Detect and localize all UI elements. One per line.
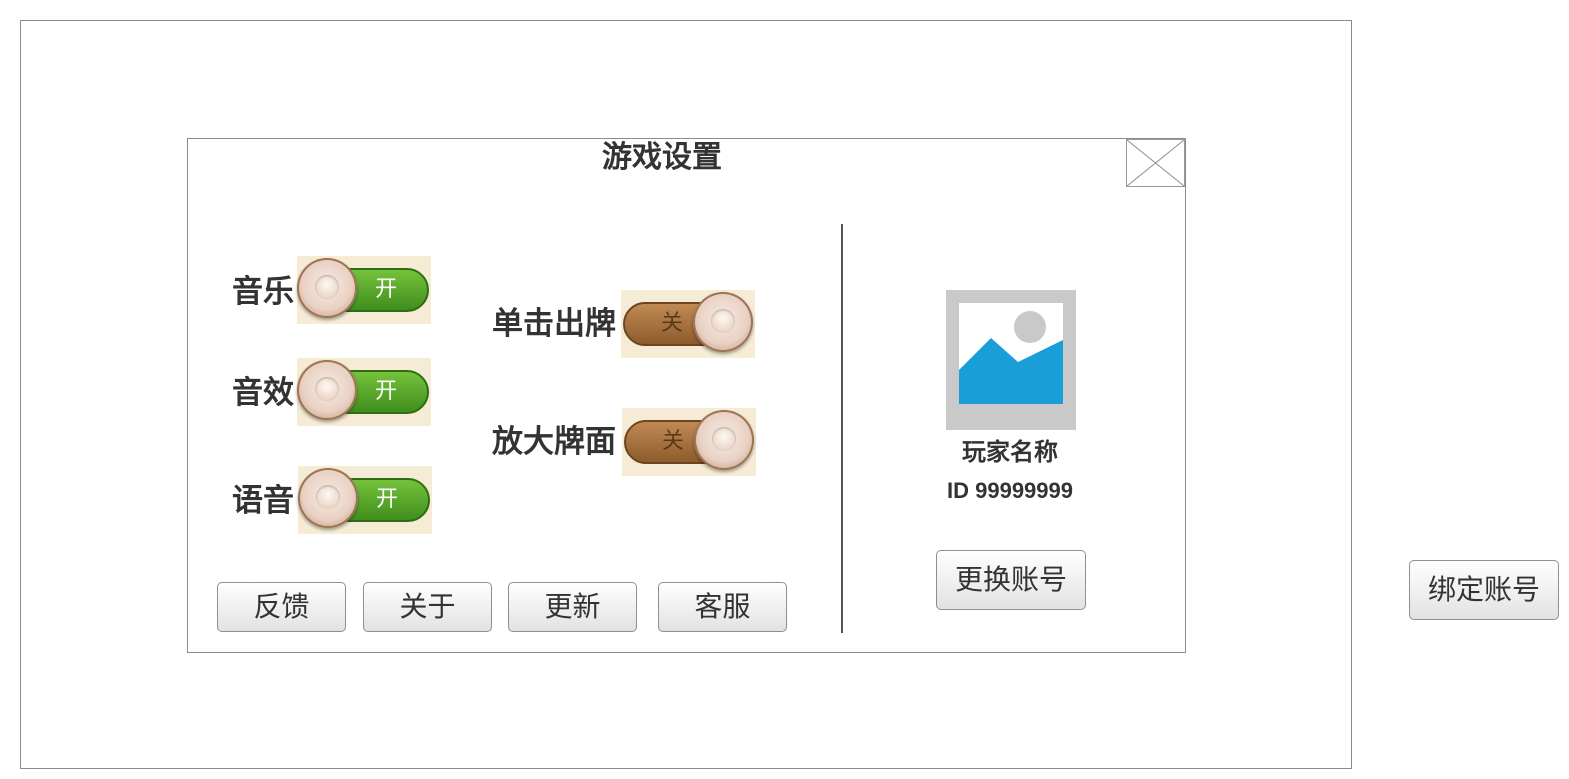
image-placeholder-icon: [946, 290, 1076, 430]
setting-label-enlarge-cards: 放大牌面: [492, 424, 616, 460]
toggle-music[interactable]: 开: [297, 256, 431, 324]
close-button[interactable]: [1126, 139, 1185, 187]
toggle-knob: [298, 468, 358, 528]
setting-label-sound-effects: 音效: [232, 375, 294, 411]
toggle-state-text: 关: [661, 429, 684, 454]
toggle-state-text: 开: [374, 379, 397, 404]
vertical-divider: [841, 224, 843, 633]
switch-account-button[interactable]: 更换账号: [936, 550, 1086, 610]
toggle-knob: [297, 258, 357, 318]
player-name: 玩家名称: [962, 438, 1058, 466]
toggle-single-click-play[interactable]: 关: [621, 290, 755, 358]
player-avatar: [946, 290, 1076, 430]
setting-label-single-click-play: 单击出牌: [492, 306, 616, 342]
feedback-button[interactable]: 反馈: [217, 582, 346, 632]
about-button[interactable]: 关于: [363, 582, 492, 632]
toggle-state-text: 关: [660, 311, 683, 336]
toggle-knob: [297, 360, 357, 420]
bind-account-button[interactable]: 绑定账号: [1409, 560, 1559, 620]
setting-label-voice: 语音: [232, 483, 294, 519]
toggle-knob: [693, 292, 753, 352]
player-id: ID 99999999: [947, 478, 1073, 503]
update-button[interactable]: 更新: [508, 582, 637, 632]
dialog-title: 游戏设置: [602, 140, 722, 175]
toggle-state-text: 开: [375, 487, 398, 512]
toggle-voice[interactable]: 开: [298, 466, 432, 534]
setting-label-music: 音乐: [232, 274, 294, 310]
toggle-sound-effects[interactable]: 开: [297, 358, 431, 426]
toggle-state-text: 开: [374, 277, 397, 302]
toggle-knob: [694, 410, 754, 470]
toggle-enlarge-cards[interactable]: 关: [622, 408, 756, 476]
close-placeholder-icon: [1127, 140, 1184, 186]
customer-service-button[interactable]: 客服: [658, 582, 787, 632]
